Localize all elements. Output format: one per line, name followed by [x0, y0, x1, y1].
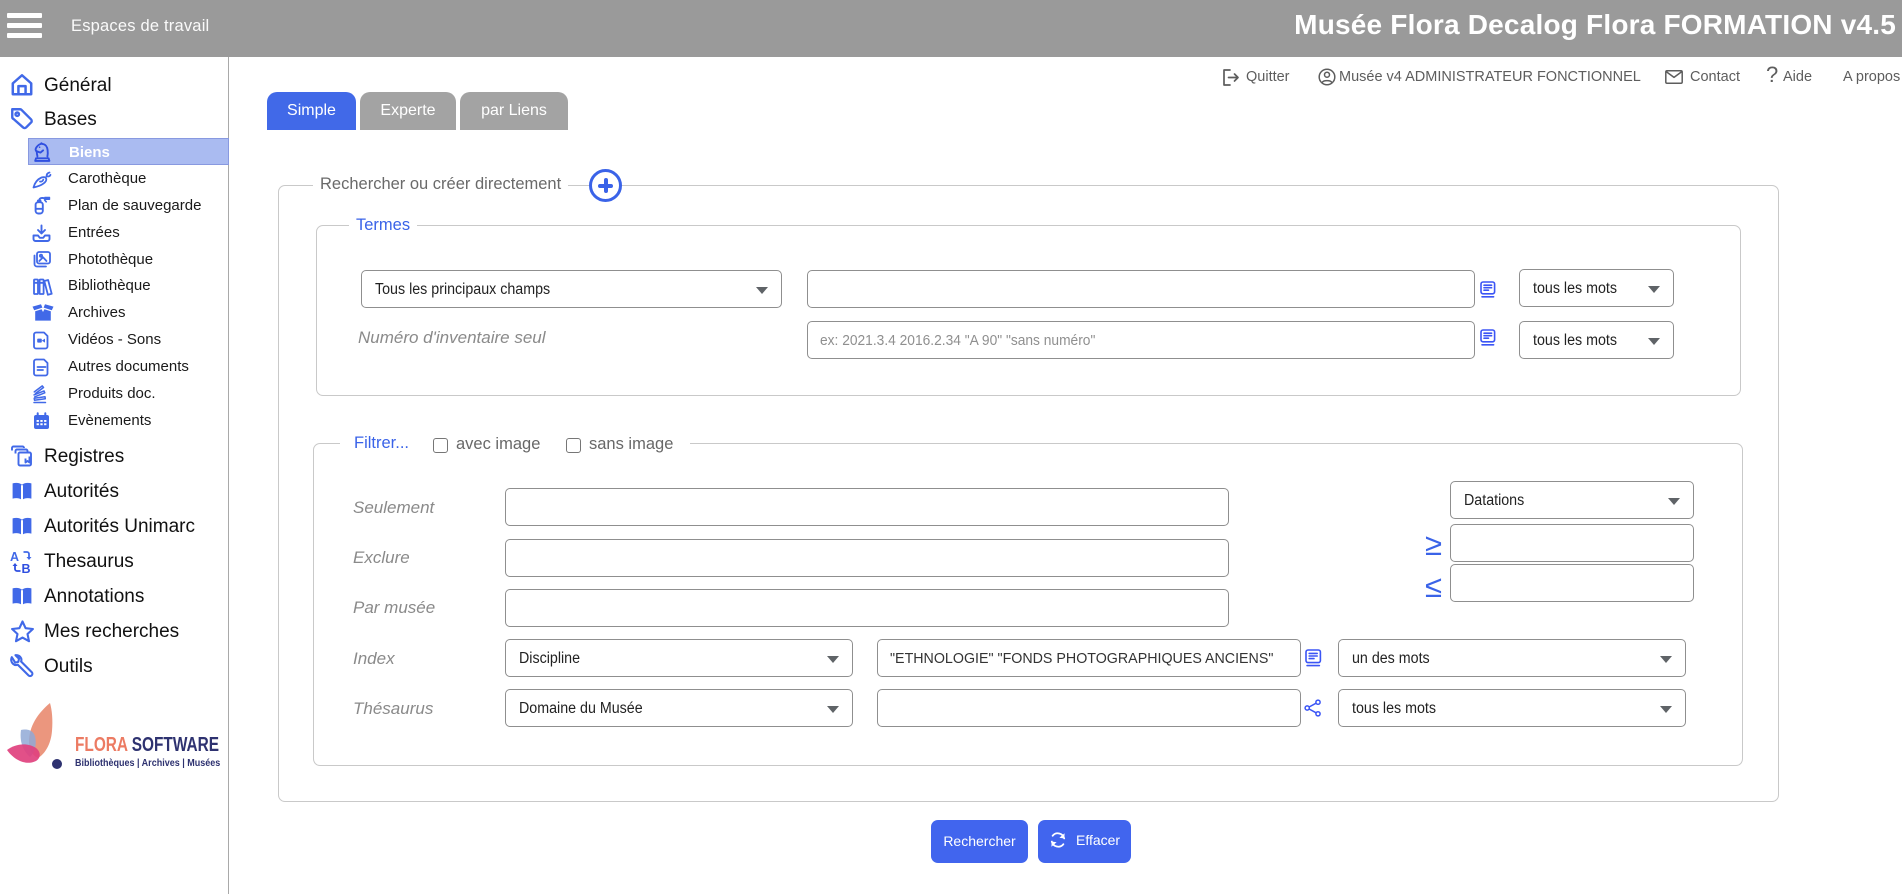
svg-text:B: B: [22, 562, 31, 575]
svg-text:A: A: [10, 550, 19, 564]
